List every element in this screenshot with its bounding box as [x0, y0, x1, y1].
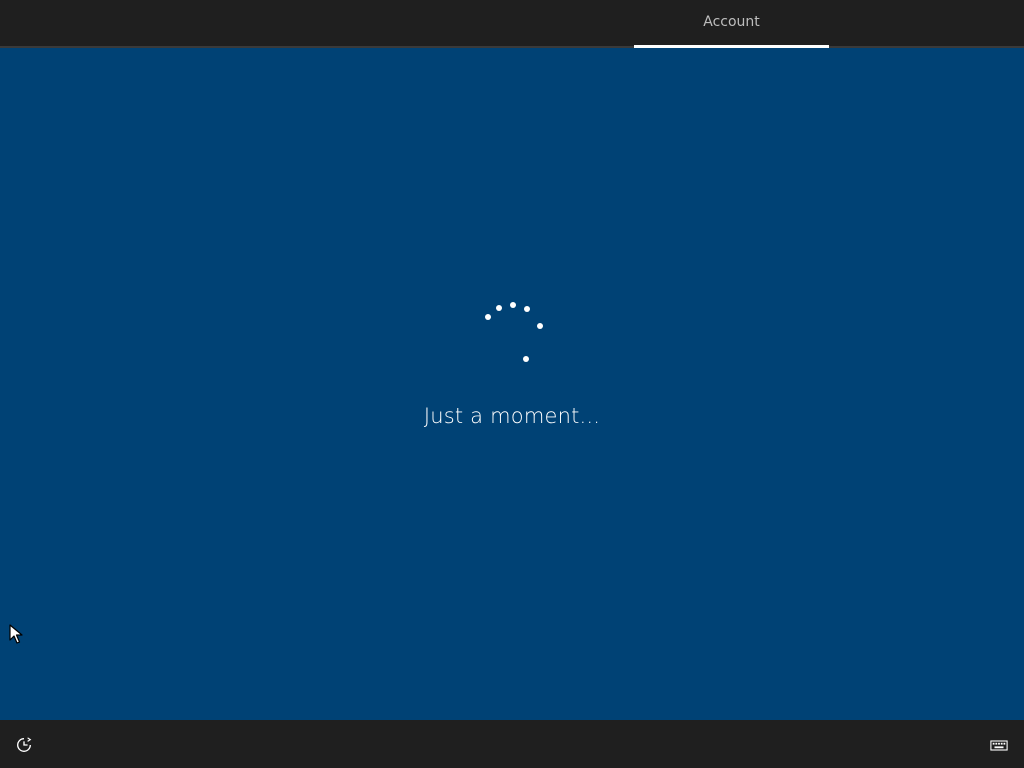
loading-spinner-icon [485, 302, 543, 362]
ease-of-access-icon [17, 737, 32, 752]
keyboard-icon [990, 739, 1008, 751]
mouse-cursor-icon [9, 624, 23, 644]
status-message: Just a moment... [423, 404, 601, 428]
bottom-bar [0, 720, 1024, 768]
ease-of-access-button[interactable] [12, 733, 36, 757]
on-screen-keyboard-button[interactable] [986, 733, 1012, 757]
